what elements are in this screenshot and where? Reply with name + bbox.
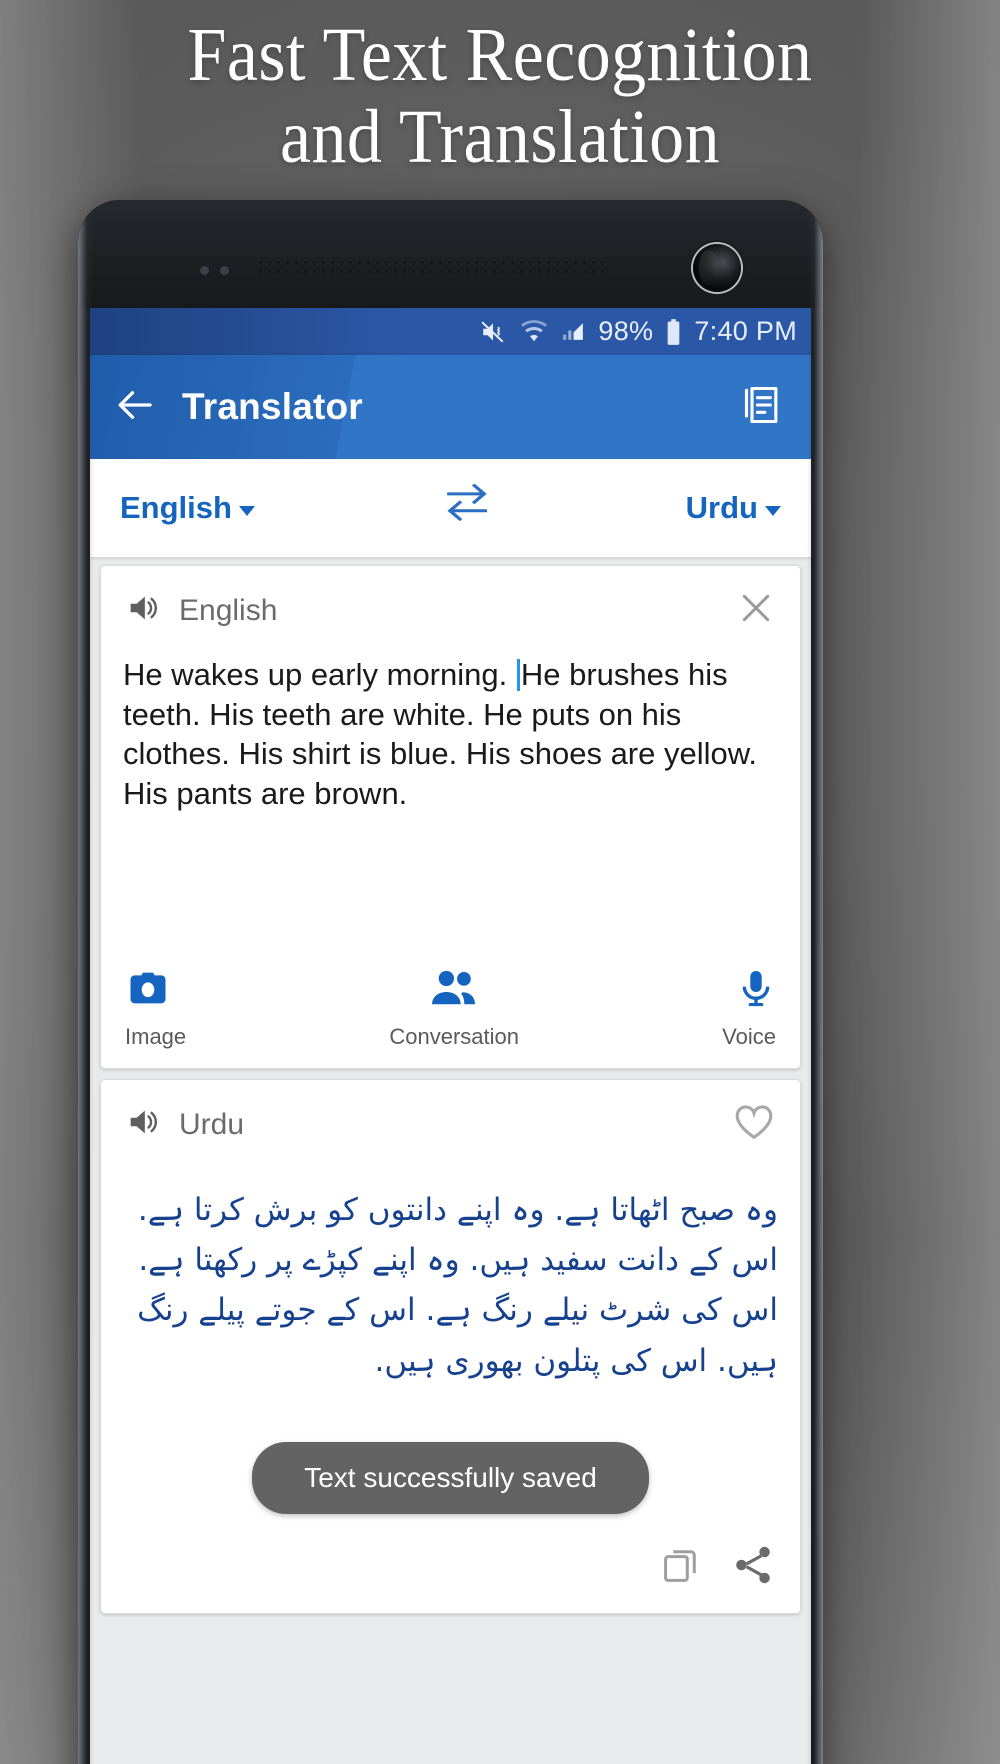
chevron-down-icon <box>238 505 255 516</box>
phone-mockup: 98% 7:40 PM Translator English Urdu Engl… <box>78 200 823 1764</box>
document-history-icon <box>741 386 785 431</box>
source-speak-button[interactable] <box>123 591 161 630</box>
headline-line-1: Fast Text Recognition <box>187 13 813 97</box>
conversation-label: Conversation <box>389 1024 519 1049</box>
copy-icon <box>660 1550 702 1590</box>
share-button[interactable] <box>732 1544 774 1591</box>
status-bar: 98% 7:40 PM <box>90 308 811 355</box>
source-card-header: English <box>101 566 800 645</box>
voice-input-label: Voice <box>722 1024 776 1049</box>
translation-text: وہ صبح اٹھاتا ہے. وہ اپنے دانتوں کو برش … <box>137 1192 778 1379</box>
microphone-icon <box>736 967 776 1014</box>
battery-percent-label: 98% <box>598 316 654 346</box>
source-text-before-caret: He wakes up early morning. <box>123 657 516 692</box>
phone-top-bezel <box>78 200 823 308</box>
phone-screen: 98% 7:40 PM Translator English Urdu Engl… <box>90 308 811 1764</box>
target-language-selector[interactable]: Urdu <box>686 490 781 526</box>
source-card-language-label: English <box>179 593 278 627</box>
arrow-back-icon <box>115 384 157 431</box>
source-actions-row: Image Conversation Voice <box>101 945 800 1068</box>
swap-languages-button[interactable] <box>255 482 686 533</box>
back-button[interactable] <box>90 384 182 431</box>
image-input-button[interactable]: Image <box>125 967 186 1050</box>
target-card-language-label: Urdu <box>179 1107 245 1141</box>
app-bar: Translator <box>90 355 811 459</box>
text-cursor <box>516 659 520 691</box>
source-text-card: English He wakes up early morning. He br… <box>100 565 801 1069</box>
swap-horizontal-icon <box>442 482 498 533</box>
cellular-signal-icon <box>560 319 587 344</box>
proximity-sensor-icon <box>200 266 209 275</box>
history-button[interactable] <box>741 383 811 432</box>
target-speak-button[interactable] <box>123 1105 161 1144</box>
image-input-label: Image <box>125 1024 187 1049</box>
target-card-header: Urdu <box>101 1080 800 1159</box>
source-text-input[interactable]: He wakes up early morning. He brushes hi… <box>101 645 800 945</box>
translation-card-actions <box>101 1534 800 1613</box>
light-sensor-icon <box>220 266 229 275</box>
heart-outline-icon <box>732 1102 776 1147</box>
share-icon <box>732 1546 774 1590</box>
close-icon <box>736 588 776 633</box>
target-language-label: Urdu <box>685 490 758 525</box>
volume-up-icon <box>123 1105 161 1144</box>
wifi-icon <box>519 319 549 345</box>
voice-input-button[interactable]: Voice <box>722 967 776 1050</box>
earpiece-speaker <box>256 258 604 278</box>
clock-label: 7:40 PM <box>694 316 797 346</box>
chevron-down-icon <box>765 505 781 516</box>
toast-message: Text successfully saved <box>252 1441 649 1514</box>
front-camera-icon <box>693 244 741 292</box>
people-conversation-icon <box>429 967 479 1014</box>
source-language-selector[interactable]: English <box>120 490 255 526</box>
camera-icon <box>125 967 186 1014</box>
language-selector-bar: English Urdu <box>90 459 811 557</box>
clear-text-button[interactable] <box>734 586 778 635</box>
battery-full-icon <box>664 318 683 346</box>
toast-container: Text successfully saved <box>101 1386 800 1534</box>
promo-headline: Fast Text Recognition and Translation <box>40 14 960 178</box>
page-title: Translator <box>182 386 363 427</box>
favorite-button[interactable] <box>730 1100 778 1149</box>
source-language-label: English <box>120 490 232 525</box>
cards-container: English He wakes up early morning. He br… <box>90 557 811 1614</box>
volume-up-icon <box>123 591 161 630</box>
copy-button[interactable] <box>660 1544 702 1591</box>
volume-mute-vibrate-icon <box>478 319 508 345</box>
translation-card: Urdu وہ صبح اٹھاتا ہے. وہ اپنے دانتوں کو… <box>100 1079 801 1614</box>
conversation-button[interactable]: Conversation <box>186 967 722 1050</box>
headline-line-2: and Translation <box>279 95 721 180</box>
